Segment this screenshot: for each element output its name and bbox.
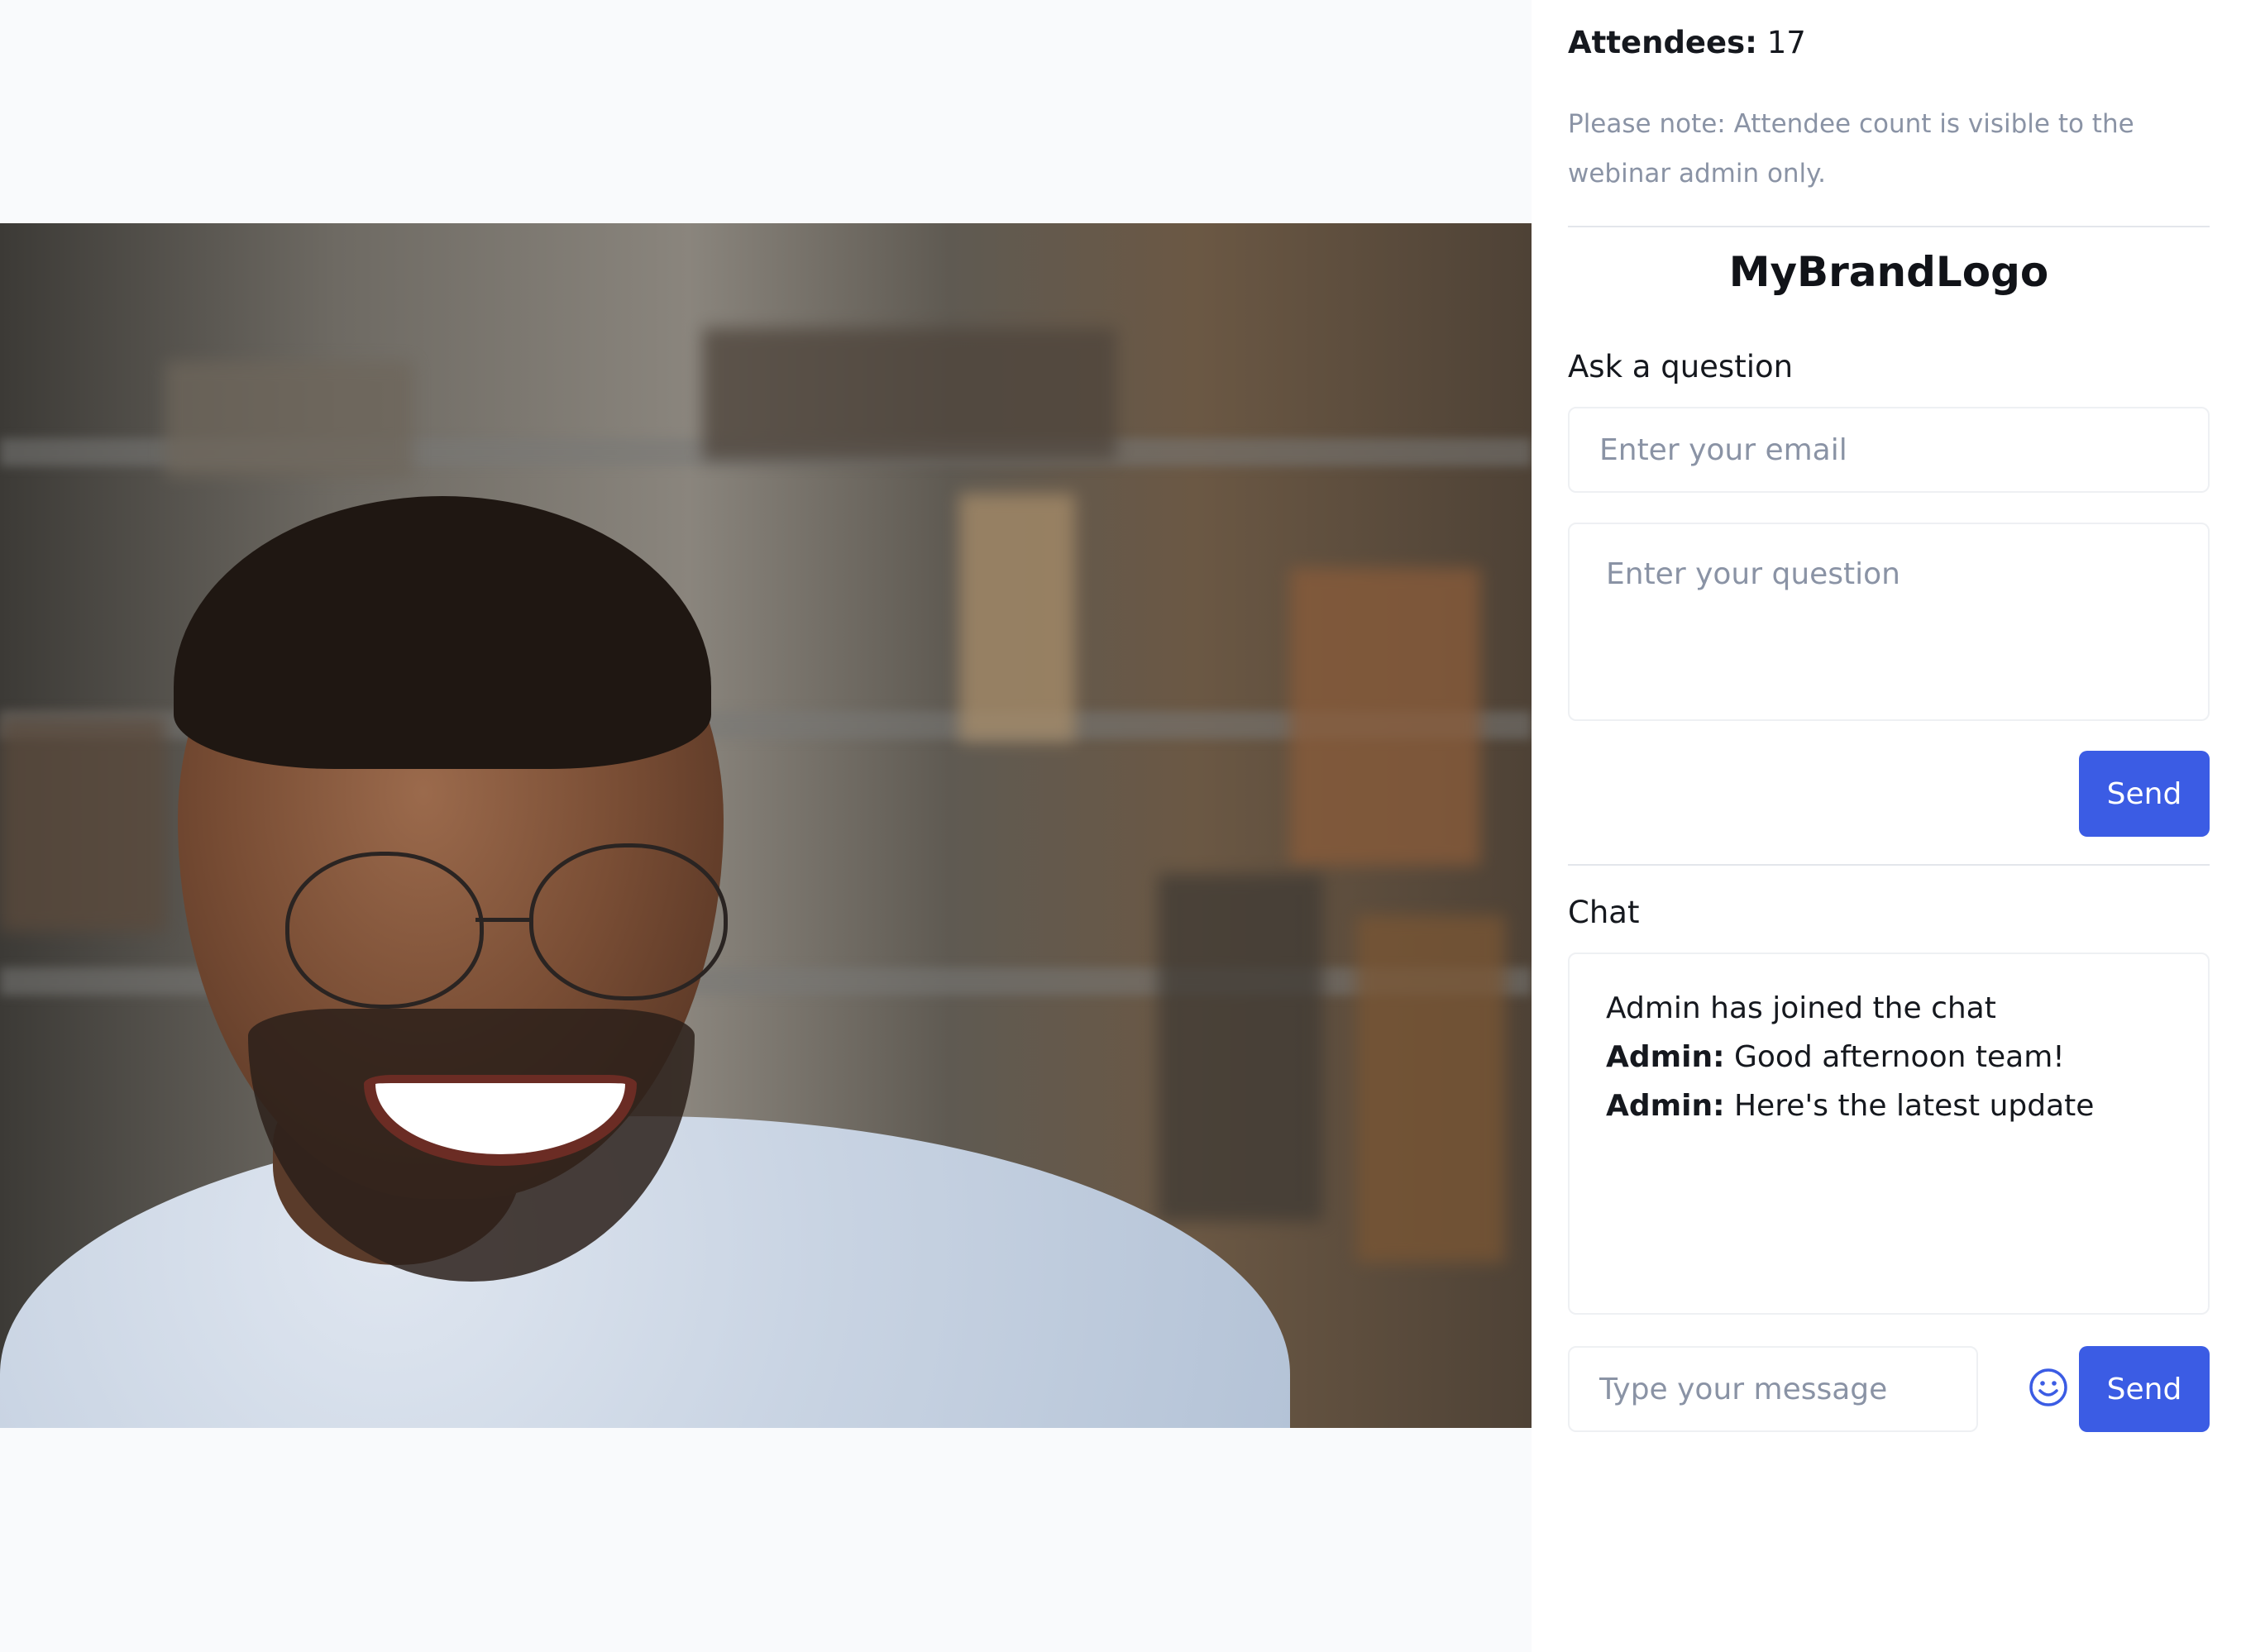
smiley-face-icon: [2028, 1367, 2069, 1411]
blurred-book: [0, 717, 165, 932]
blurred-book: [1158, 874, 1323, 1221]
attendee-count-value: 17: [1766, 25, 1806, 60]
blurred-book: [1356, 915, 1505, 1263]
presenter-glasses-left: [285, 852, 484, 1009]
chat-message-text: Good afternoon team!: [1733, 1040, 2065, 1074]
video-stage: [0, 0, 1532, 1652]
ask-question-heading: Ask a question: [1568, 349, 1794, 384]
admin-visibility-note: Please note: Attendee count is visible t…: [1568, 109, 2134, 189]
attendee-count-label: Attendees:: [1568, 25, 1757, 60]
chat-message-text: Here's the latest update: [1733, 1089, 2095, 1123]
blurred-book: [1290, 568, 1480, 866]
chat-message: Admin: Good afternoon team!: [1606, 1033, 2172, 1081]
attendee-count: Attendees: 17: [1568, 25, 1806, 60]
section-divider: [1568, 226, 2210, 227]
section-divider: [1568, 864, 2210, 866]
chat-send-button[interactable]: Send: [2079, 1346, 2210, 1432]
blurred-book: [165, 361, 413, 477]
webinar-page: Attendees: 17 Please note: Attendee coun…: [0, 0, 2246, 1652]
chat-message: Admin: Here's the latest update: [1606, 1081, 2172, 1130]
webinar-sidebar: Attendees: 17 Please note: Attendee coun…: [1532, 0, 2246, 1652]
chat-system-message: Admin has joined the chat: [1606, 991, 1996, 1025]
presenter-glasses-bridge: [475, 918, 533, 922]
presenter-glasses-right: [529, 843, 728, 1000]
presenter-hair: [174, 496, 711, 769]
video-player[interactable]: [0, 223, 1532, 1428]
question-send-button[interactable]: Send: [2079, 751, 2210, 837]
blurred-book: [959, 494, 1075, 742]
chat-message-input[interactable]: [1568, 1346, 1978, 1432]
chat-heading: Chat: [1568, 895, 1640, 930]
chat-message-author: Admin:: [1606, 1040, 1725, 1074]
chat-messages: Admin has joined the chat Admin: Good af…: [1568, 953, 2210, 1315]
question-input[interactable]: [1568, 523, 2210, 721]
email-input[interactable]: [1568, 407, 2210, 493]
blurred-book: [703, 328, 1116, 461]
chat-message-author: Admin:: [1606, 1089, 1725, 1123]
brand-logo: MyBrandLogo: [1728, 248, 2049, 296]
emoji-button[interactable]: [2011, 1348, 2086, 1430]
